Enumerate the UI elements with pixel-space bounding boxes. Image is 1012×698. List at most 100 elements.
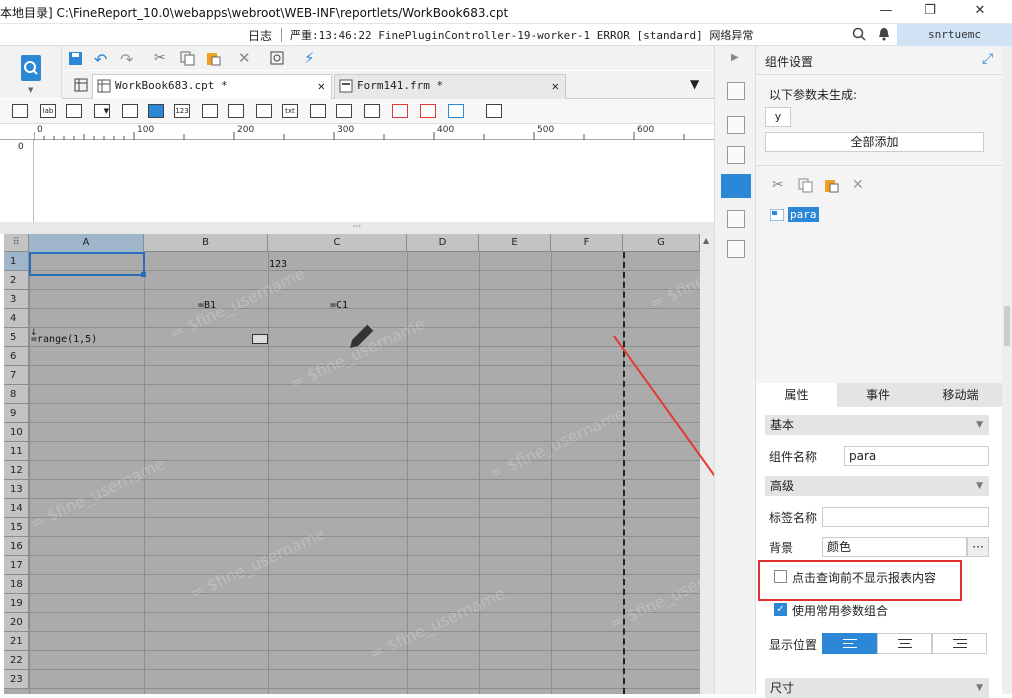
radio-group-icon[interactable] [228, 104, 244, 118]
designer-logo-icon[interactable] [20, 54, 42, 85]
cell-attr-icon[interactable] [727, 82, 745, 100]
log-label[interactable]: 日志 [248, 27, 272, 44]
selected-cell-a1[interactable] [29, 252, 145, 276]
expand-icon[interactable]: ⤢ [982, 51, 993, 67]
dropdown-tree-icon[interactable] [448, 104, 464, 118]
column-header-e[interactable]: E [479, 234, 551, 252]
param-chip[interactable]: y [765, 107, 791, 127]
section-size[interactable]: 尺寸 ▼ [765, 678, 989, 698]
select-all-corner[interactable]: ⠿ [4, 234, 29, 252]
minimize-button[interactable]: — [876, 2, 896, 20]
no-show-before-query-label[interactable]: 点击查询前不显示报表内容 [792, 569, 936, 586]
paste-icon[interactable] [824, 178, 839, 196]
tab-mobile[interactable]: 移动端 [919, 383, 1002, 407]
user-name[interactable]: snrtuemc [897, 24, 1012, 46]
column-header-a[interactable]: A [29, 234, 144, 252]
tab-events[interactable]: 事件 [837, 383, 919, 407]
textfield-widget-icon[interactable] [66, 104, 82, 118]
calendar-widget-icon[interactable] [392, 104, 408, 118]
textarea-widget-icon[interactable] [122, 104, 138, 118]
label-name-input[interactable] [822, 507, 989, 527]
common-params-checkbox[interactable]: ✓ [774, 603, 787, 616]
condition-icon[interactable] [727, 210, 745, 228]
column-header-f[interactable]: F [551, 234, 623, 252]
list-widget-icon[interactable] [202, 104, 218, 118]
scroll-up-icon[interactable]: ▲ [703, 236, 709, 245]
row-header-14[interactable]: 14 [4, 499, 29, 518]
column-header-b[interactable]: B [144, 234, 268, 252]
maximize-button[interactable]: ❐ [920, 2, 940, 20]
row-header-19[interactable]: 19 [4, 594, 29, 613]
copy-icon[interactable] [180, 51, 195, 69]
undo-icon[interactable]: ↶ [94, 50, 107, 69]
label-widget-icon[interactable] [12, 104, 28, 118]
widget-name-input[interactable]: para [844, 446, 989, 466]
row-header-13[interactable]: 13 [4, 480, 29, 499]
cell-element-icon[interactable] [727, 116, 745, 134]
background-more-button[interactable]: ··· [967, 537, 989, 557]
row-header-23[interactable]: 23 [4, 670, 29, 689]
parameter-pane[interactable] [34, 140, 714, 222]
row-header-8[interactable]: 8 [4, 385, 29, 404]
cut-icon[interactable]: ✂ [772, 177, 784, 193]
redo-icon[interactable]: ↷ [120, 50, 133, 69]
panel-scrollbar[interactable] [1002, 46, 1012, 694]
scroll-thumb[interactable] [1004, 306, 1010, 346]
fill-handle[interactable] [141, 272, 146, 277]
row-header-5[interactable]: 5 [4, 328, 29, 347]
cut-icon[interactable]: ✂ [154, 50, 166, 66]
hyperlink-icon[interactable] [727, 240, 745, 258]
grid-icon[interactable] [74, 78, 88, 95]
tab-workbook[interactable]: WorkBook683.cpt * ✕ [92, 74, 332, 99]
column-header-c[interactable]: C [268, 234, 407, 252]
collapse-arrow-icon[interactable]: ▶ [731, 52, 739, 63]
plugin-icon[interactable]: ⚡ [304, 49, 315, 67]
row-header-2[interactable]: 2 [4, 271, 29, 290]
tree-widget-icon[interactable] [364, 104, 380, 118]
background-field[interactable]: 颜色 [822, 537, 967, 557]
paste-icon[interactable] [206, 51, 221, 69]
preview-icon[interactable] [270, 51, 285, 69]
row-header-17[interactable]: 17 [4, 556, 29, 575]
close-button[interactable]: ✕ [970, 2, 990, 20]
delete-icon[interactable]: ✕ [238, 49, 251, 67]
no-show-before-query-checkbox[interactable] [774, 570, 787, 583]
close-tab-icon[interactable]: ✕ [318, 75, 325, 97]
password-widget-icon[interactable] [310, 104, 326, 118]
lab-widget-icon[interactable]: lab [40, 104, 56, 118]
widget-settings-icon[interactable] [721, 174, 751, 198]
bell-icon[interactable] [878, 27, 890, 44]
text-widget-icon[interactable]: txt [282, 104, 298, 118]
section-advanced[interactable]: 高级 ▼ [765, 476, 989, 496]
tab-properties[interactable]: 属性 [756, 383, 837, 407]
delete-icon[interactable]: ✕ [852, 177, 864, 193]
row-header-4[interactable]: 4 [4, 309, 29, 328]
chevron-down-icon[interactable]: ▼ [28, 86, 33, 94]
checkbox-widget-icon[interactable] [336, 104, 352, 118]
column-header-g[interactable]: G [623, 234, 700, 252]
align-center-button[interactable] [877, 633, 932, 654]
row-header-9[interactable]: 9 [4, 404, 29, 423]
tree-item-para[interactable]: para [788, 207, 819, 222]
row-header-18[interactable]: 18 [4, 575, 29, 594]
pane-splitter[interactable]: ··· [0, 222, 714, 234]
row-header-3[interactable]: 3 [4, 290, 29, 309]
more-widgets-icon[interactable] [486, 104, 502, 118]
row-header-15[interactable]: 15 [4, 518, 29, 537]
row-header-20[interactable]: 20 [4, 613, 29, 632]
row-header-16[interactable]: 16 [4, 537, 29, 556]
row-header-21[interactable]: 21 [4, 632, 29, 651]
float-element-icon[interactable] [727, 146, 745, 164]
row-header-6[interactable]: 6 [4, 347, 29, 366]
common-params-label[interactable]: 使用常用参数组合 [792, 602, 888, 619]
align-right-button[interactable] [932, 633, 987, 654]
row-header-12[interactable]: 12 [4, 461, 29, 480]
column-header-d[interactable]: D [407, 234, 479, 252]
row-header-10[interactable]: 10 [4, 423, 29, 442]
tab-form[interactable]: Form141.frm * ✕ [334, 74, 566, 99]
copy-icon[interactable] [798, 178, 813, 196]
row-header-1[interactable]: 1 [4, 252, 29, 271]
add-all-button[interactable]: 全部添加 [765, 132, 984, 152]
datetime-widget-icon[interactable] [420, 104, 436, 118]
widget-cell-icon[interactable] [252, 334, 268, 344]
